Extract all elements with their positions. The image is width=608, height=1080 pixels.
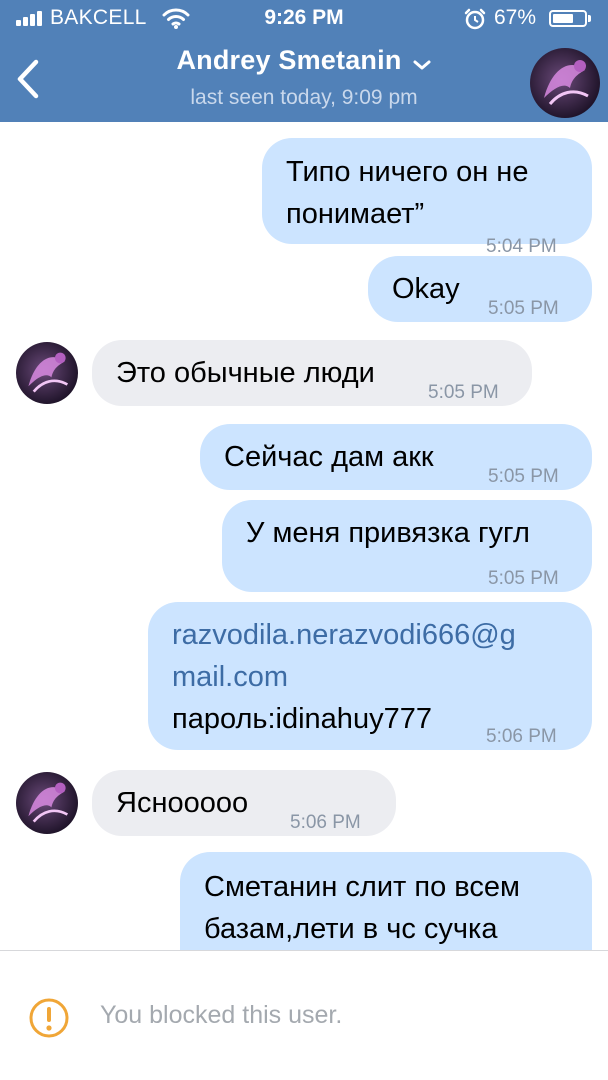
contact-avatar[interactable] [530,48,600,118]
message-time: 5:05 PM [488,298,559,319]
message-text: Это обычные люди [116,357,375,389]
incoming-message[interactable]: Это обычные люди 5:05 PM [92,340,532,406]
warning-circle-icon [29,998,69,1038]
incoming-message[interactable]: Ясноoooo 5:06 PM [92,770,396,836]
sender-avatar[interactable] [16,342,78,404]
message-text: пароль:idinahuy777 [172,703,432,735]
battery-tip [588,15,591,22]
sender-avatar[interactable] [16,772,78,834]
blocked-notice-bar: You blocked this user. [0,950,608,1080]
outgoing-message[interactable]: У меня привязка гугл 5:05 PM [222,500,592,592]
outgoing-message[interactable]: razvodila.nerazvodi666@g mail.com пароль… [148,602,592,750]
chat-header: BAKCELL 9:26 PM 67% Andrey Smetanin last… [0,0,608,122]
message-text: У меня привязка гугл [246,517,530,549]
last-seen-status: last seen today, 9:09 pm [190,86,418,109]
status-bar: BAKCELL 9:26 PM 67% [0,0,608,40]
message-text: Типо ничего он не понимает” [286,156,529,230]
battery-icon [549,10,587,27]
message-time: 5:05 PM [488,568,559,589]
message-text: Сейчас дам акк [224,441,434,473]
outgoing-message[interactable]: Сметанин слит по всем базам,лети в чс су… [180,852,592,950]
outgoing-message[interactable]: Типо ничего он не понимает” 5:04 PM [262,138,592,257]
outgoing-message[interactable]: Сейчас дам акк 5:05 PM [200,424,592,490]
message-time: 5:06 PM [290,812,361,833]
chat-title-button[interactable]: Andrey Smetanin [0,45,608,76]
message-text: Ясноoooo [116,787,249,819]
blocked-notice-text: You blocked this user. [100,1001,343,1029]
message-list[interactable]: Типо ничего он не понимает” 5:04 PM Okay… [0,122,608,950]
message-time: 5:05 PM [488,466,559,487]
message-text: Okay [392,273,460,305]
message-time: 5:05 PM [428,382,499,403]
outgoing-message[interactable]: Okay 5:05 PM [368,256,592,322]
email-link[interactable]: razvodila.nerazvodi666@g mail.com [172,614,516,698]
contact-name: Andrey Smetanin [176,45,402,75]
battery-percent: 67% [494,6,537,29]
alarm-icon [464,8,486,30]
chevron-down-icon [413,60,431,70]
message-time: 5:06 PM [486,726,557,747]
message-text: Сметанин слит по всем базам,лети в чс су… [204,871,520,945]
